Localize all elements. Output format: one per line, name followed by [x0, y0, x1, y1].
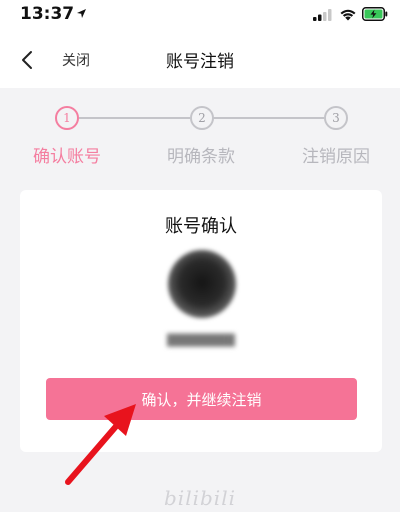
bilibili-logo: bilibili: [164, 486, 236, 510]
username: ████████: [167, 334, 235, 347]
step-2-indicator: 2: [190, 106, 214, 130]
status-bar: 13:37: [0, 0, 400, 30]
avatar: [168, 250, 236, 318]
status-time: 13:37: [20, 4, 75, 24]
step-connector: [213, 117, 324, 119]
step-3-label: 注销原因: [302, 147, 370, 167]
step-3-indicator: 3: [324, 106, 348, 130]
step-2-label: 明确条款: [167, 147, 235, 167]
step-connector: [79, 117, 190, 119]
confirm-continue-button[interactable]: 确认，并继续注销: [46, 378, 357, 420]
progress-steps: 1 2 3 确认账号 明确条款 注销原因: [0, 88, 400, 178]
battery-charging-icon: [362, 7, 388, 21]
card-title: 账号确认: [165, 216, 237, 237]
page-title: 账号注销: [166, 52, 234, 72]
account-confirm-card: 账号确认 ████████ 确认，并继续注销: [20, 190, 382, 452]
step-1-label: 确认账号: [33, 147, 101, 167]
cellular-signal-icon: [313, 9, 332, 21]
location-arrow-icon: [77, 9, 86, 18]
nav-bar: 关闭 账号注销: [0, 30, 400, 88]
step-1-indicator: 1: [55, 106, 79, 130]
wifi-icon: [340, 9, 356, 21]
